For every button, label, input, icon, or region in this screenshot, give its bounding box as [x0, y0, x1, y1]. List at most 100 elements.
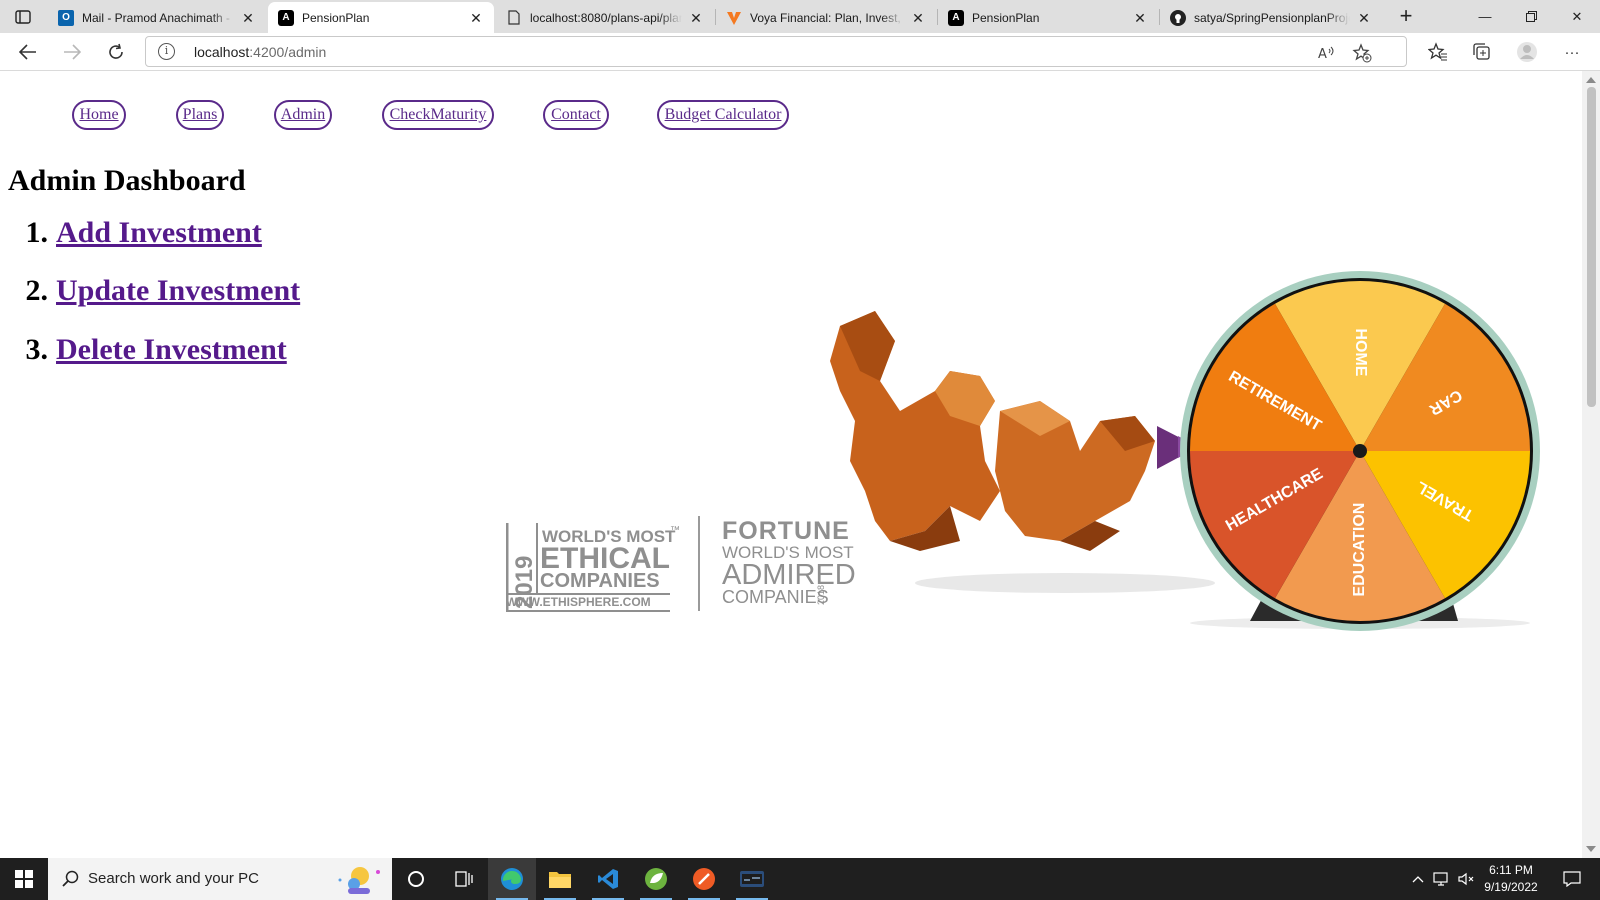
show-hidden-icons[interactable] [1408, 858, 1428, 900]
taskbar-clock[interactable]: 6:11 PM 9/19/2022 [1476, 862, 1546, 896]
page-content: Home Plans Admin CheckMaturity Contact B… [0, 71, 1582, 858]
voya-icon [726, 10, 742, 26]
tab-title: satya/SpringPensionplanProject [1194, 10, 1350, 25]
file-explorer-icon[interactable] [536, 858, 584, 900]
nav-home-link[interactable]: Home [72, 100, 126, 130]
nav-contact-link[interactable]: Contact [543, 100, 609, 130]
restore-icon[interactable] [1508, 0, 1554, 33]
task-view-icon[interactable] [440, 858, 488, 900]
svg-text:A: A [1318, 47, 1327, 61]
tab-github[interactable]: satya/SpringPensionplanProject ✕ [1160, 2, 1382, 33]
profile-avatar-icon[interactable] [1513, 38, 1541, 66]
network-icon[interactable] [1430, 858, 1454, 900]
collections-icon[interactable] [1468, 38, 1496, 66]
close-tab-icon[interactable]: ✕ [240, 10, 256, 26]
update-investment-link[interactable]: Update Investment [56, 274, 300, 307]
nav-plans-link[interactable]: Plans [176, 100, 224, 130]
close-tab-icon[interactable]: ✕ [468, 10, 484, 26]
github-icon [1170, 9, 1186, 26]
postman-icon[interactable] [680, 858, 728, 900]
nav-admin-link[interactable]: Admin [274, 100, 332, 130]
list-number: 2. [25, 274, 49, 307]
fortune-brand: FORTUNE [722, 517, 850, 545]
taskbar-search-box[interactable]: Search work and your PC [48, 858, 392, 900]
url-host: localhost [194, 44, 250, 60]
ethisphere-badge: 2019 WORLD'S MOST ™ ETHICAL COMPANIES WW… [506, 523, 680, 612]
windows-taskbar: Search work and your PC 6:11 PM 9/19/202… [0, 858, 1600, 900]
spring-tools-icon[interactable] [632, 858, 680, 900]
cortana-icon[interactable] [392, 858, 440, 900]
notifications-icon[interactable] [1552, 858, 1592, 900]
list-item: 2. Update Investment [8, 274, 301, 308]
wheel-label-home: HOME [1352, 328, 1369, 376]
url-path: :4200/admin [249, 44, 327, 60]
spin-wheel[interactable]: HOMECARTRAVELEDUCATIONHEALTHCARERETIREME… [1180, 271, 1540, 631]
close-tab-icon[interactable]: ✕ [1356, 10, 1372, 26]
delete-investment-link[interactable]: Delete Investment [56, 333, 287, 366]
minimize-icon[interactable]: — [1462, 0, 1508, 33]
tab-title: PensionPlan [302, 10, 370, 25]
fortune-line3: COMPANIES [722, 587, 829, 607]
page-title: Admin Dashboard [8, 164, 246, 197]
clock-date: 9/19/2022 [1484, 880, 1538, 894]
windows-start-icon[interactable] [0, 858, 48, 900]
page-scrollbar[interactable] [1582, 71, 1600, 858]
add-favorite-icon[interactable] [1352, 43, 1372, 63]
back-arrow-icon[interactable] [14, 38, 42, 66]
scroll-up-icon[interactable] [1586, 77, 1596, 83]
tab-strip: O Mail - Pramod Anachimath - Outlook ✕ A… [0, 0, 1600, 33]
outlook-icon: O [58, 9, 74, 26]
search-icon [62, 870, 79, 887]
ethisphere-trademark: ™ [670, 525, 680, 536]
document-icon [506, 10, 522, 26]
tab-outlook[interactable]: O Mail - Pramod Anachimath - Outlook ✕ [48, 2, 266, 33]
add-investment-link[interactable]: Add Investment [56, 216, 262, 249]
tab-pensionplan[interactable]: A PensionPlan ✕ [938, 2, 1158, 33]
clock-time: 6:11 PM [1489, 863, 1533, 877]
list-number: 3. [25, 333, 49, 366]
tab-title: localhost:8080/plans-api/plans [530, 10, 682, 25]
tab-title: Mail - Pramod Anachimath - Outlook [82, 10, 234, 25]
address-bar[interactable]: i localhost:4200/admin A [145, 36, 1407, 67]
close-tab-icon[interactable]: ✕ [688, 10, 704, 26]
nav-budget-calculator-link[interactable]: Budget Calculator [657, 100, 789, 130]
list-number: 1. [25, 216, 49, 249]
edge-browser-icon[interactable] [488, 858, 536, 900]
tab-plans-api[interactable]: localhost:8080/plans-api/plans ✕ [496, 2, 714, 33]
nav-checkmaturity-link[interactable]: CheckMaturity [382, 100, 494, 130]
new-tab-plus-icon[interactable]: + [1394, 5, 1418, 29]
scrollbar-thumb[interactable] [1587, 87, 1596, 407]
search-placeholder: Search work and your PC [88, 870, 259, 887]
angular-icon: A [278, 9, 294, 26]
ethisphere-url: WWW.ETHISPHERE.COM [506, 595, 651, 609]
mysql-workbench-icon[interactable] [728, 858, 776, 900]
badge-divider [698, 516, 700, 611]
scroll-down-icon[interactable] [1586, 846, 1596, 852]
wheel-label-education: EDUCATION [1351, 503, 1368, 597]
forward-arrow-icon[interactable] [58, 38, 86, 66]
list-item: 1. Add Investment [8, 216, 262, 250]
ethisphere-line3: COMPANIES [540, 570, 660, 592]
address-url[interactable]: localhost:4200/admin [194, 44, 326, 60]
tab-actions-menu-icon[interactable] [10, 6, 36, 28]
tab-pensionplan-active[interactable]: A PensionPlan ✕ [268, 2, 494, 33]
tab-title: Voya Financial: Plan, Invest, Protect [750, 10, 904, 25]
search-highlight-icon [338, 867, 380, 894]
favorites-icon[interactable] [1424, 38, 1452, 66]
close-window-icon[interactable]: ✕ [1554, 0, 1600, 33]
site-info-icon[interactable]: i [158, 43, 175, 60]
vscode-icon[interactable] [584, 858, 632, 900]
volume-muted-icon[interactable] [1456, 858, 1478, 900]
angular-icon: A [948, 9, 964, 26]
close-tab-icon[interactable]: ✕ [1132, 10, 1148, 26]
read-aloud-icon[interactable]: A [1316, 43, 1336, 63]
wheel-hub [1353, 444, 1367, 458]
close-tab-icon[interactable]: ✕ [910, 10, 926, 26]
tab-voya[interactable]: Voya Financial: Plan, Invest, Protect ✕ [716, 2, 936, 33]
hero-banner-image: 2019 WORLD'S MOST ™ ETHICAL COMPANIES WW… [506, 271, 1540, 631]
list-item: 3. Delete Investment [8, 333, 287, 367]
fortune-year: 2018 [816, 585, 826, 605]
refresh-icon[interactable] [102, 38, 130, 66]
more-options-icon[interactable]: ··· [1558, 38, 1586, 66]
browser-toolbar: i localhost:4200/admin A ··· [0, 33, 1600, 71]
